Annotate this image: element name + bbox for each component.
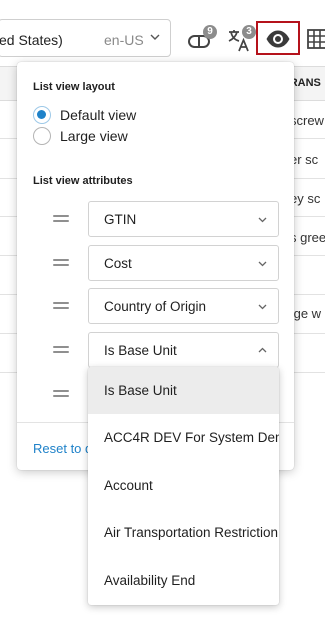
attribute-select-value: Is Base Unit bbox=[104, 343, 177, 358]
attribute-select-cost[interactable]: Cost bbox=[88, 245, 279, 281]
attributes-section-title: List view attributes bbox=[33, 175, 133, 187]
menu-option[interactable]: Is Base Unit bbox=[88, 367, 279, 414]
drag-handle-icon[interactable] bbox=[53, 302, 69, 310]
radio-label: Large view bbox=[60, 128, 128, 144]
attribute-select-value: GTIN bbox=[104, 212, 137, 227]
attribute-options-menu: Is Base Unit ACC4R DEV For System Dem Ac… bbox=[88, 367, 279, 605]
chevron-down-icon bbox=[258, 261, 267, 267]
grid-cell[interactable]: er sc bbox=[290, 152, 318, 167]
drag-handle-icon[interactable] bbox=[53, 390, 69, 398]
attribute-select-value: Country of Origin bbox=[104, 299, 207, 314]
grid-cell[interactable]: screw bbox=[290, 113, 324, 128]
chevron-down-icon bbox=[258, 217, 267, 223]
eye-icon bbox=[266, 30, 290, 48]
menu-option[interactable]: ACC4R DEV For System Dem bbox=[88, 414, 279, 461]
locale-name: ed States) bbox=[0, 32, 63, 48]
chevron-down-icon bbox=[150, 34, 160, 40]
radio-button[interactable] bbox=[33, 127, 51, 145]
menu-option-label: Is Base Unit bbox=[104, 383, 177, 398]
menu-option[interactable]: Account bbox=[88, 462, 279, 509]
grid-cell[interactable]: s gree bbox=[290, 230, 325, 245]
reset-to-default-link[interactable]: Reset to d bbox=[33, 441, 92, 456]
menu-option-label: ACC4R DEV For System Dem bbox=[104, 430, 279, 445]
grid-icon[interactable] bbox=[307, 29, 325, 49]
radio-large-view[interactable]: Large view bbox=[33, 126, 193, 148]
locale-code: en-US bbox=[104, 32, 144, 48]
attribute-select-is-base-unit[interactable]: Is Base Unit bbox=[88, 332, 279, 368]
view-options-button[interactable] bbox=[256, 21, 300, 55]
radio-button-checked[interactable] bbox=[33, 106, 51, 124]
menu-option-label: Account bbox=[104, 478, 153, 493]
attribute-select-country-of-origin[interactable]: Country of Origin bbox=[88, 288, 279, 324]
chevron-down-icon bbox=[258, 304, 267, 310]
chevron-up-icon bbox=[258, 347, 267, 353]
menu-option[interactable]: Availability End bbox=[88, 557, 279, 604]
menu-option-label: Air Transportation Restriction bbox=[104, 525, 279, 540]
attribute-select-value: Cost bbox=[104, 256, 132, 271]
translate-button[interactable]: 3 bbox=[226, 23, 256, 55]
drag-handle-icon[interactable] bbox=[53, 215, 69, 223]
attribute-select-gtin[interactable]: GTIN bbox=[88, 201, 279, 237]
pill-badge: 9 bbox=[203, 25, 217, 39]
radio-default-view[interactable]: Default view bbox=[33, 105, 193, 127]
radio-label: Default view bbox=[60, 107, 137, 123]
locale-select[interactable]: ed States) en-US bbox=[0, 19, 171, 57]
pill-button[interactable]: 9 bbox=[186, 23, 222, 55]
grid-cell[interactable]: fge w bbox=[290, 306, 321, 321]
drag-handle-icon[interactable] bbox=[53, 259, 69, 267]
grid-cell[interactable]: ey sc bbox=[290, 191, 320, 206]
drag-handle-icon[interactable] bbox=[53, 346, 69, 354]
menu-option[interactable]: Air Transportation Restriction bbox=[88, 509, 279, 556]
layout-section-title: List view layout bbox=[33, 81, 115, 93]
menu-option-label: Availability End bbox=[104, 573, 196, 588]
translate-badge: 3 bbox=[242, 25, 256, 39]
